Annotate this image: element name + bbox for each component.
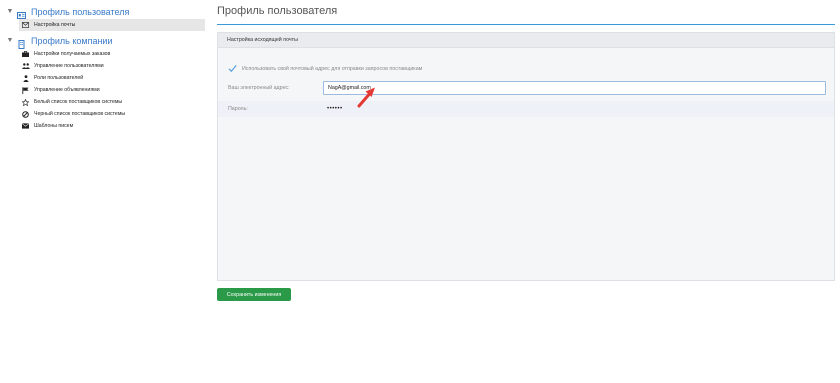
sidebar-item-user-management[interactable]: Управление пользователями (19, 60, 205, 72)
save-changes-button[interactable]: Сохранить изменения (217, 288, 291, 301)
sidebar-item-orders-settings[interactable]: Настройки получаемых заказов (19, 48, 205, 60)
tree-node-company-profile[interactable]: ▼ Профиль компании (6, 34, 113, 49)
sidebar-item-label: Белый список поставщиков системы (34, 99, 123, 105)
caret-down-icon[interactable]: ▼ (6, 37, 14, 44)
sidebar: ▼ Профиль пользователя Настройка почты ▼… (0, 0, 207, 383)
sidebar-item-whitelist[interactable]: Белый список поставщиков системы (19, 96, 205, 108)
email-row: Ваш электронный адрес: NagA@gmail.com (218, 80, 834, 96)
caret-down-icon[interactable]: ▼ (6, 8, 14, 15)
sidebar-item-ads-management[interactable]: Управление объявлениями (19, 84, 205, 96)
sidebar-item-label: Настройки получаемых заказов (34, 51, 111, 57)
building-icon (17, 36, 26, 49)
ban-icon (21, 110, 30, 118)
use-own-mail-label: Использовать свой почтовый адрес для отп… (242, 65, 423, 72)
password-label: Пароль: (228, 106, 248, 112)
users-icon (21, 63, 30, 69)
outgoing-mail-panel: Настройка исходящей почты Использовать с… (217, 32, 835, 281)
red-arrow-icon (357, 87, 375, 108)
tree-node-user-profile[interactable]: ▼ Профиль пользователя (6, 5, 129, 19)
sidebar-item-label: Шаблоны писем (34, 123, 74, 129)
title-divider (217, 24, 835, 25)
sidebar-item-mail-settings[interactable]: Настройка почты (19, 19, 205, 31)
panel-heading: Настройка исходящей почты (218, 33, 834, 48)
email-input[interactable]: NagA@gmail.com (323, 81, 826, 95)
sidebar-item-label: Черный список поставщиков системы (34, 111, 126, 117)
sidebar-item-blacklist[interactable]: Черный список поставщиков системы (19, 108, 205, 120)
page-title: Профиль пользователя (217, 5, 338, 17)
envelope-icon (21, 22, 30, 28)
password-input[interactable]: •••••• (323, 102, 826, 116)
sidebar-item-label: Роли пользователей (34, 75, 84, 81)
briefcase-icon (21, 51, 30, 57)
flag-icon (21, 86, 30, 94)
sidebar-item-label: Управление объявлениями (34, 87, 100, 93)
user-profile-label[interactable]: Профиль пользователя (31, 7, 129, 17)
company-profile-label[interactable]: Профиль компании (31, 36, 113, 46)
user-lock-icon (21, 74, 30, 82)
checkmark-icon[interactable] (228, 64, 237, 73)
envelope-filled-icon (21, 123, 30, 129)
star-outline-icon (21, 98, 30, 106)
sidebar-item-label: Управление пользователями (34, 63, 104, 69)
sidebar-item-user-roles[interactable]: Роли пользователей (19, 72, 205, 84)
use-own-mail-row[interactable]: Использовать свой почтовый адрес для отп… (228, 64, 422, 73)
password-row: Пароль: •••••• (218, 101, 834, 117)
id-card-icon (17, 7, 26, 19)
email-label: Ваш электронный адрес: (228, 85, 290, 91)
sidebar-item-mail-templates[interactable]: Шаблоны писем (19, 120, 205, 132)
sidebar-item-label: Настройка почты (34, 22, 76, 28)
